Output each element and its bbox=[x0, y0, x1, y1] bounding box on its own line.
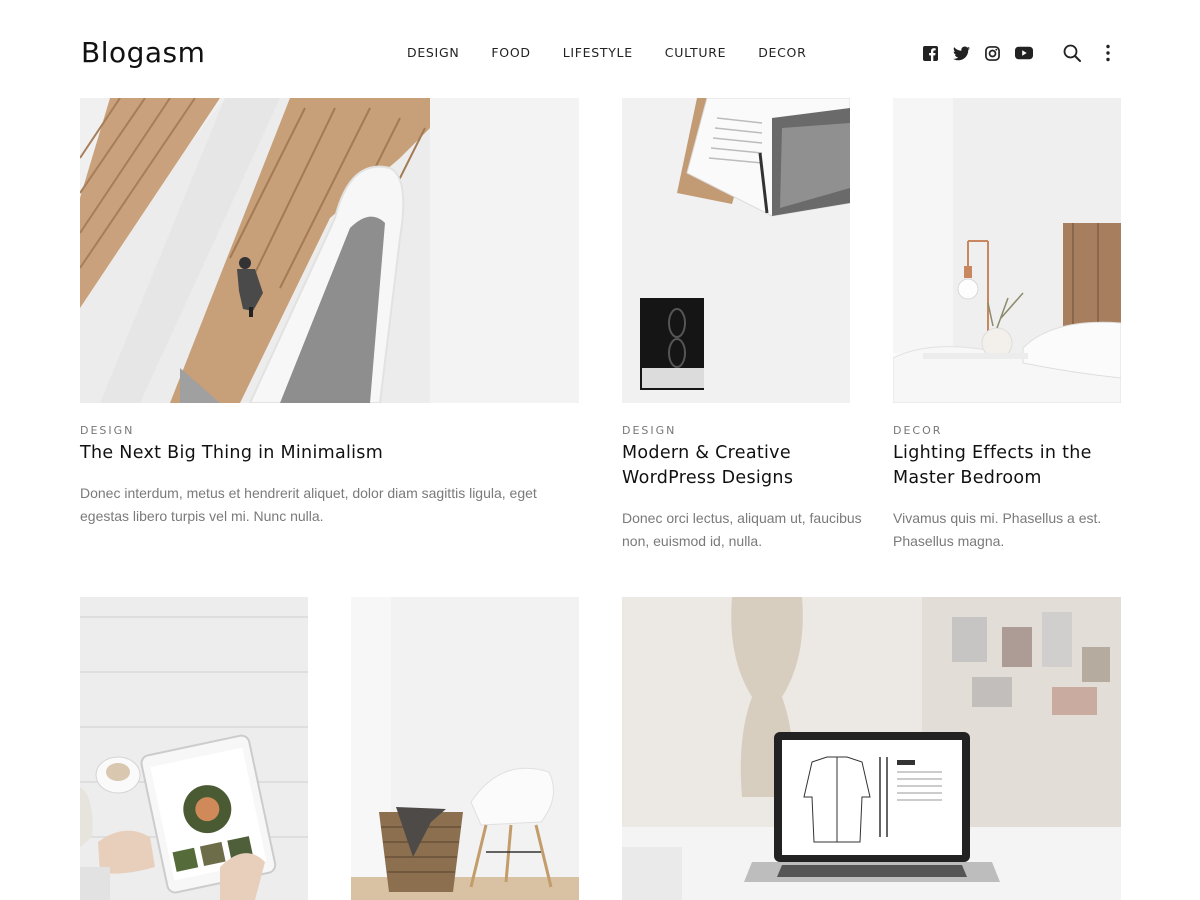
post-excerpt: Donec orci lectus, aliquam ut, faucibus … bbox=[622, 510, 862, 549]
nav-item-lifestyle[interactable]: LIFESTYLE bbox=[563, 44, 633, 62]
post-category[interactable]: DECOR bbox=[893, 424, 942, 437]
nav-item-culture[interactable]: CULTURE bbox=[665, 44, 726, 62]
main-nav: DESIGN FOOD LIFESTYLE CULTURE DECOR bbox=[407, 44, 806, 62]
post-excerpt: Donec interdum, metus et hendrerit aliqu… bbox=[80, 485, 537, 524]
nav-item-food[interactable]: FOOD bbox=[491, 44, 530, 62]
facebook-icon[interactable] bbox=[921, 44, 939, 62]
nav-item-design[interactable]: DESIGN bbox=[407, 44, 459, 62]
post-category[interactable]: DESIGN bbox=[80, 424, 134, 437]
post-title[interactable]: The Next Big Thing in Minimalism bbox=[80, 441, 579, 466]
nav-item-decor[interactable]: DECOR bbox=[758, 44, 806, 62]
post-image-laptop[interactable] bbox=[622, 597, 1121, 900]
youtube-icon[interactable] bbox=[1014, 44, 1034, 62]
search-icon[interactable] bbox=[1063, 44, 1081, 62]
twitter-icon[interactable] bbox=[952, 44, 970, 62]
post-category[interactable]: DESIGN bbox=[622, 424, 676, 437]
post-image-staircase[interactable] bbox=[80, 98, 579, 403]
post-excerpt: Vivamus quis mi. Phasellus a est. Phasel… bbox=[893, 510, 1102, 549]
site-header: Blogasm DESIGN FOOD LIFESTYLE CULTURE DE… bbox=[0, 0, 1200, 98]
post-image-tablet[interactable] bbox=[80, 597, 308, 900]
post-image-bedroom[interactable] bbox=[893, 98, 1121, 403]
site-logo[interactable]: Blogasm bbox=[81, 34, 205, 72]
post-title[interactable]: Modern & Creative WordPress Designs bbox=[622, 441, 862, 491]
instagram-icon[interactable] bbox=[983, 44, 1001, 62]
post-image-chair[interactable] bbox=[351, 597, 579, 900]
post-image-book[interactable] bbox=[622, 98, 850, 403]
more-vertical-icon[interactable] bbox=[1099, 44, 1117, 62]
social-links bbox=[921, 44, 1047, 62]
post-title[interactable]: Lighting Effects in the Master Bedroom bbox=[893, 441, 1128, 491]
